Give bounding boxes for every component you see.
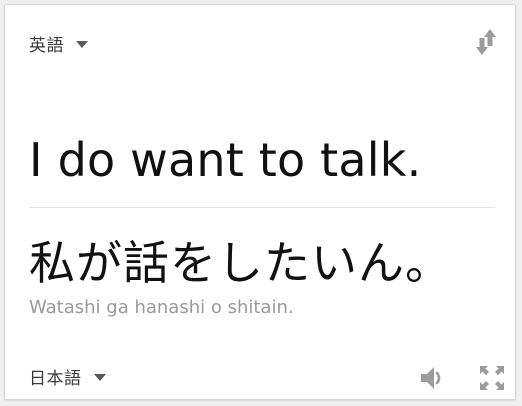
target-language-label: 日本語: [29, 369, 82, 389]
translation-card: 英語 I do want to talk. 私が話をしたいん。 Watashi …: [4, 4, 516, 400]
source-language-label: 英語: [29, 36, 64, 56]
swap-vertical-icon: [476, 29, 496, 55]
source-language-selector[interactable]: 英語: [29, 31, 88, 56]
divider: [29, 207, 495, 208]
chevron-down-icon: [93, 374, 106, 381]
chevron-down-icon: [76, 41, 88, 48]
listen-button[interactable]: [417, 363, 447, 393]
fullscreen-icon: [480, 366, 504, 390]
source-text: I do want to talk.: [29, 133, 422, 187]
swap-languages-button[interactable]: [473, 27, 499, 57]
fullscreen-button[interactable]: [477, 363, 507, 393]
speaker-icon: [421, 367, 441, 389]
target-language-selector[interactable]: 日本語: [29, 364, 106, 389]
translated-text: 私が話をしたいん。: [29, 236, 452, 290]
romanization-text: Watashi ga hanashi o shitain.: [29, 297, 294, 318]
